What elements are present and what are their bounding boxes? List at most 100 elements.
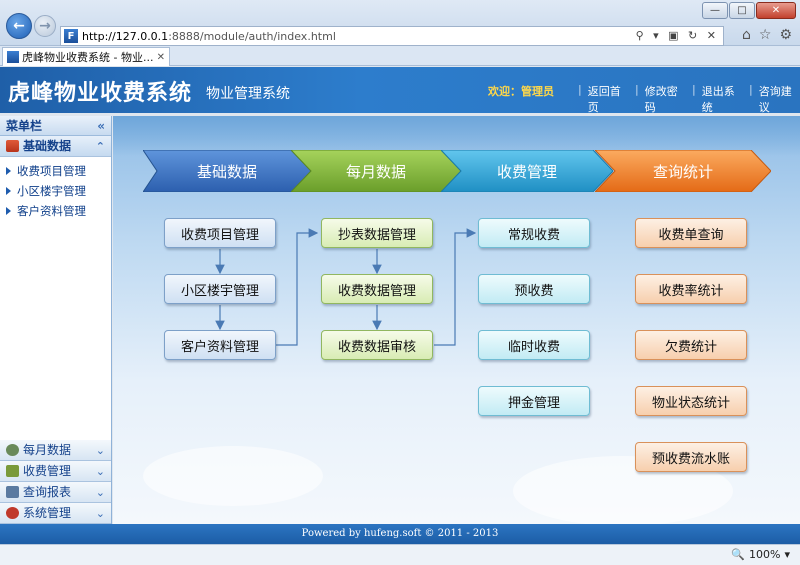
- flow-box-fee-items[interactable]: 收费项目管理: [164, 218, 276, 248]
- site-favicon: F: [64, 29, 78, 43]
- logout-link[interactable]: 退出系统: [702, 83, 743, 115]
- sidebar-group-reports[interactable]: 查询报表 ⌄: [0, 482, 111, 503]
- url-host: http://127.0.0.1: [82, 29, 169, 43]
- sidebar-group-label: 基础数据: [23, 138, 72, 153]
- app-footer: Powered by hufeng.soft © 2011 - 2013: [0, 524, 800, 544]
- sidebar-title: 菜单栏: [6, 119, 43, 133]
- welcome-text: 欢迎：管理员: [488, 85, 554, 98]
- sidebar-item-buildings[interactable]: 小区楼宇管理: [6, 181, 111, 201]
- system-icon: [6, 507, 19, 519]
- system-subtitle: 物业管理系统: [206, 86, 290, 102]
- sidebar-item-label: 客户资料管理: [17, 204, 86, 218]
- flow-box-buildings[interactable]: 小区楼宇管理: [164, 274, 276, 304]
- report-icon: [6, 486, 19, 498]
- flow-box-meter-reading[interactable]: 抄表数据管理: [321, 218, 433, 248]
- stage-monthly-data: 每月数据: [291, 150, 461, 192]
- zoom-level: 100%: [749, 548, 781, 561]
- sidebar-item-label: 收费项目管理: [17, 164, 86, 178]
- system-title: 虎峰物业收费系统: [8, 81, 193, 106]
- flow-box-arrears[interactable]: 欠费统计: [635, 330, 747, 360]
- flow-box-property-status[interactable]: 物业状态统计: [635, 386, 747, 416]
- sidebar-group-basic-data[interactable]: 基础数据 ⌃: [0, 136, 111, 157]
- link-separator: |: [635, 83, 639, 96]
- sidebar-group-label: 收费管理: [23, 463, 72, 478]
- window-controls: — □ ✕: [702, 2, 796, 19]
- sidebar-header: 菜单栏 «: [0, 116, 111, 136]
- chevron-down-icon[interactable]: ⌄: [96, 440, 105, 461]
- flow-box-prepaid-fee[interactable]: 预收费: [478, 274, 590, 304]
- stage-label: 收费管理: [496, 162, 557, 181]
- sidebar: 菜单栏 « 基础数据 ⌃ 收费项目管理 小区楼宇管理 客户资料管理 每月数据 ⌄…: [0, 116, 112, 524]
- flow-box-prepaid-ledger[interactable]: 预收费流水账: [635, 442, 747, 472]
- connector-arrow: [276, 228, 319, 346]
- stage-label: 每月数据: [345, 162, 406, 181]
- browser-titlebar: ← → — □ ✕ F http://127.0.0.1:8888/module…: [0, 0, 800, 46]
- connector-arrow: [434, 228, 477, 346]
- browser-tabbar: 虎峰物业收费系统 - 物业... ✕: [0, 46, 800, 66]
- sidebar-item-label: 小区楼宇管理: [17, 184, 86, 198]
- chevron-up-icon[interactable]: ⌃: [96, 136, 105, 157]
- sidebar-item-list: 收费项目管理 小区楼宇管理 客户资料管理: [0, 157, 111, 221]
- address-actions[interactable]: ⚲ ▾ ▣ ↻ ✕: [636, 29, 719, 42]
- stage-label: 查询统计: [652, 162, 713, 181]
- money-icon: [6, 465, 19, 477]
- tab-close-icon[interactable]: ✕: [157, 52, 165, 63]
- minimize-button[interactable]: —: [702, 2, 728, 19]
- stage-label: 基础数据: [196, 162, 257, 181]
- zoom-control[interactable]: 🔍 100% ▾: [731, 548, 790, 561]
- favorites-star-icon[interactable]: ☆: [759, 27, 772, 43]
- triangle-right-icon: [6, 207, 11, 215]
- close-window-button[interactable]: ✕: [756, 2, 796, 19]
- url-path: :8888/module/auth/index.html: [168, 29, 336, 43]
- app-header: 虎峰物业收费系统 物业管理系统 欢迎：管理员 | 返回首页 | 修改密码 | 退…: [0, 67, 800, 115]
- sidebar-item-customers[interactable]: 客户资料管理: [6, 201, 111, 221]
- calendar-icon: [6, 444, 19, 456]
- flow-box-temporary-fee[interactable]: 临时收费: [478, 330, 590, 360]
- tab-favicon: [7, 51, 19, 63]
- sidebar-group-label: 查询报表: [23, 484, 72, 499]
- stage-basic-data: 基础数据: [143, 150, 311, 192]
- chevron-down-icon[interactable]: ⌄: [96, 482, 105, 503]
- tab-title: 虎峰物业收费系统 - 物业...: [22, 51, 154, 64]
- home-link[interactable]: 返回首页: [588, 83, 629, 115]
- collapse-sidebar-icon[interactable]: «: [97, 116, 105, 136]
- sidebar-collapsed-groups: 每月数据 ⌄ 收费管理 ⌄ 查询报表 ⌄ 系统管理 ⌄: [0, 440, 111, 524]
- feedback-link[interactable]: 咨询建议: [759, 83, 800, 115]
- flow-box-customers[interactable]: 客户资料管理: [164, 330, 276, 360]
- triangle-right-icon: [6, 167, 11, 175]
- link-separator: |: [749, 83, 753, 96]
- link-separator: |: [578, 83, 582, 96]
- flow-box-collection-rate[interactable]: 收费率统计: [635, 274, 747, 304]
- change-password-link[interactable]: 修改密码: [645, 83, 686, 115]
- sidebar-group-system[interactable]: 系统管理 ⌄: [0, 503, 111, 524]
- sidebar-group-monthly-data[interactable]: 每月数据 ⌄: [0, 440, 111, 461]
- chevron-down-icon[interactable]: ⌄: [96, 503, 105, 524]
- flow-box-deposit[interactable]: 押金管理: [478, 386, 590, 416]
- home-icon[interactable]: ⌂: [742, 27, 751, 43]
- sidebar-group-label: 系统管理: [23, 505, 72, 520]
- sidebar-item-fee-items[interactable]: 收费项目管理: [6, 161, 111, 181]
- browser-statusbar: 🔍 100% ▾: [0, 544, 800, 565]
- forward-button[interactable]: →: [34, 15, 56, 37]
- flow-box-fee-data[interactable]: 收费数据管理: [321, 274, 433, 304]
- triangle-right-icon: [6, 187, 11, 195]
- zoom-icon: 🔍: [731, 548, 746, 561]
- header-links: | 返回首页 | 修改密码 | 退出系统 | 咨询建议: [572, 83, 800, 115]
- flow-box-regular-fee[interactable]: 常规收费: [478, 218, 590, 248]
- sidebar-group-fee-management[interactable]: 收费管理 ⌄: [0, 461, 111, 482]
- address-bar[interactable]: F http://127.0.0.1:8888/module/auth/inde…: [60, 26, 724, 46]
- flow-box-receipt-query[interactable]: 收费单查询: [635, 218, 747, 248]
- stage-query-stats: 查询统计: [595, 150, 771, 192]
- chevron-down-icon[interactable]: ▾: [784, 548, 790, 561]
- house-icon: [6, 140, 19, 152]
- browser-toolbar-icons: ⌂ ☆ ⚙: [742, 27, 792, 43]
- settings-gear-icon[interactable]: ⚙: [779, 27, 792, 43]
- maximize-button[interactable]: □: [729, 2, 755, 19]
- browser-tab[interactable]: 虎峰物业收费系统 - 物业... ✕: [2, 47, 170, 66]
- flow-box-fee-audit[interactable]: 收费数据审核: [321, 330, 433, 360]
- link-separator: |: [692, 83, 696, 96]
- stage-fee-management: 收费管理: [441, 150, 613, 192]
- back-button[interactable]: ←: [6, 13, 32, 39]
- main-content: 基础数据 每月数据 收费管理 查询统计 收费项目管理 小区楼宇管理 客户资料管理…: [113, 116, 800, 524]
- chevron-down-icon[interactable]: ⌄: [96, 461, 105, 482]
